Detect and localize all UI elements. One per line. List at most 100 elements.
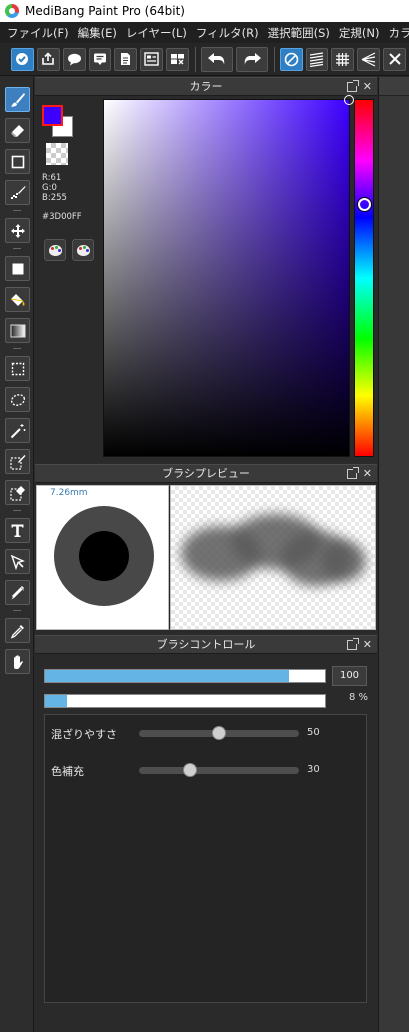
menu-edit[interactable]: 編集(E)	[74, 25, 121, 41]
brush-control-title: ブラシコントロール	[156, 638, 256, 651]
palette-edit-button[interactable]	[72, 239, 94, 261]
transparent-color-swatch[interactable]	[46, 143, 68, 165]
eraser-tool[interactable]	[5, 118, 30, 143]
tool-separator	[13, 348, 21, 349]
close-icon[interactable]: ✕	[363, 80, 372, 94]
close-icon[interactable]: ✕	[363, 638, 372, 652]
brush-stroke-preview	[170, 485, 376, 630]
fill-rect-icon	[12, 263, 23, 274]
perspective-snap-icon	[361, 51, 376, 67]
canvas-area-edge[interactable]	[378, 77, 409, 1032]
palette-button[interactable]	[44, 239, 66, 261]
check-button[interactable]	[11, 47, 34, 71]
close-icon[interactable]: ✕	[363, 467, 372, 481]
toolbar-separator	[273, 46, 275, 72]
eraser-icon	[10, 124, 24, 137]
canvas-tab-strip	[379, 77, 409, 96]
select-rect-icon	[11, 362, 24, 375]
blend-slider[interactable]	[139, 726, 299, 740]
float-window-icon[interactable]	[347, 80, 359, 92]
blend-slider-handle[interactable]	[212, 726, 226, 740]
page-list-icon	[144, 52, 159, 66]
select-eraser-icon	[9, 485, 25, 501]
perspective-snap-button[interactable]	[357, 47, 381, 71]
divide-tool[interactable]	[5, 580, 30, 605]
tool-separator	[13, 610, 21, 611]
gradient-tool[interactable]	[5, 318, 30, 343]
palette-icon	[48, 244, 62, 256]
cursor-icon	[10, 554, 25, 570]
foreground-color-swatch[interactable]	[42, 105, 63, 126]
select-eraser-tool[interactable]	[5, 480, 30, 505]
lasso-icon	[10, 393, 25, 406]
hand-icon	[13, 654, 23, 669]
float-window-icon[interactable]	[347, 467, 359, 479]
float-window-icon[interactable]	[347, 638, 359, 650]
brush-control-header: ブラシコントロール ✕	[35, 635, 377, 654]
menu-layer[interactable]: レイヤー(L)	[122, 25, 191, 41]
app-logo-icon	[5, 4, 19, 18]
menu-file[interactable]: ファイル(F)	[0, 25, 73, 41]
window-title: MediBang Paint Pro (64bit)	[25, 4, 185, 18]
select-pen-tool[interactable]	[5, 449, 30, 474]
comment-button[interactable]	[88, 47, 112, 71]
page-list-button[interactable]	[140, 47, 164, 71]
brush-opacity-slider[interactable]	[44, 694, 326, 708]
color-refill-label: 色補充	[51, 765, 84, 778]
color-refill-slider-handle[interactable]	[183, 763, 198, 777]
brush-opacity-value: 8 %	[348, 692, 368, 703]
dot-brush-tool[interactable]	[5, 180, 30, 205]
sv-picker-cursor[interactable]	[344, 95, 354, 105]
page-grid-icon	[171, 54, 185, 65]
grid-snap-button[interactable]	[331, 47, 355, 71]
parallel-snap-button[interactable]	[305, 47, 329, 71]
brush-size-slider[interactable]	[44, 669, 326, 683]
brush-size-fill	[45, 670, 289, 682]
brush-preview-title: ブラシプレビュー	[162, 467, 250, 480]
hue-slider-handle[interactable]	[358, 198, 371, 211]
brush-tool[interactable]	[5, 87, 30, 112]
brush-tip-preview: 7.26mm	[36, 485, 169, 630]
menu-filter[interactable]: フィルタ(R)	[192, 25, 263, 41]
rectangle-tool[interactable]	[5, 149, 30, 174]
eyedropper-icon	[10, 624, 24, 639]
snap-off-button[interactable]	[279, 47, 303, 71]
menu-selection[interactable]: 選択範囲(S)	[264, 25, 334, 41]
divide-pen-icon	[11, 585, 24, 599]
toolbar-close-button[interactable]	[383, 47, 406, 71]
saturation-value-picker[interactable]	[103, 95, 354, 457]
eyedropper-tool[interactable]	[5, 618, 30, 643]
page-button[interactable]	[114, 47, 138, 71]
page-grid-button[interactable]	[166, 47, 190, 71]
select-rect-tool[interactable]	[5, 356, 30, 381]
hue-slider[interactable]	[354, 99, 374, 457]
color-refill-slider[interactable]	[139, 763, 299, 777]
brush-tip-inner	[79, 531, 129, 581]
blend-label: 混ざりやすさ	[51, 728, 117, 741]
color-panel: カラー ✕ R:61 G:0 B:255 #3D00FF	[35, 77, 377, 463]
share-button[interactable]	[36, 47, 60, 71]
operation-tool[interactable]	[5, 549, 30, 574]
bucket-tool[interactable]	[5, 287, 30, 312]
redo-button[interactable]	[235, 46, 268, 72]
brush-preview-panel: ブラシプレビュー ✕ 7.26mm	[35, 464, 377, 632]
move-tool[interactable]	[5, 218, 30, 243]
brush-size-value[interactable]: 100	[332, 666, 367, 686]
magic-wand-tool[interactable]	[5, 418, 30, 443]
toolbar-separator	[195, 46, 197, 72]
brush-preview-header: ブラシプレビュー ✕	[35, 464, 377, 483]
title-bar: MediBang Paint Pro (64bit)	[0, 0, 409, 22]
speech-bubble-button[interactable]	[62, 47, 86, 71]
menu-ruler[interactable]: 定規(N)	[335, 25, 384, 41]
tool-separator	[13, 510, 21, 511]
select-lasso-tool[interactable]	[5, 387, 30, 412]
select-pen-icon	[9, 454, 25, 470]
text-tool[interactable]	[5, 518, 30, 543]
menu-color[interactable]: カラ	[384, 25, 409, 41]
tool-separator	[13, 210, 21, 211]
speech-bubble-icon	[67, 53, 81, 65]
hand-tool[interactable]	[5, 649, 30, 674]
fill-rect-tool[interactable]	[5, 256, 30, 281]
move-icon	[10, 223, 25, 238]
undo-button[interactable]	[201, 46, 233, 72]
